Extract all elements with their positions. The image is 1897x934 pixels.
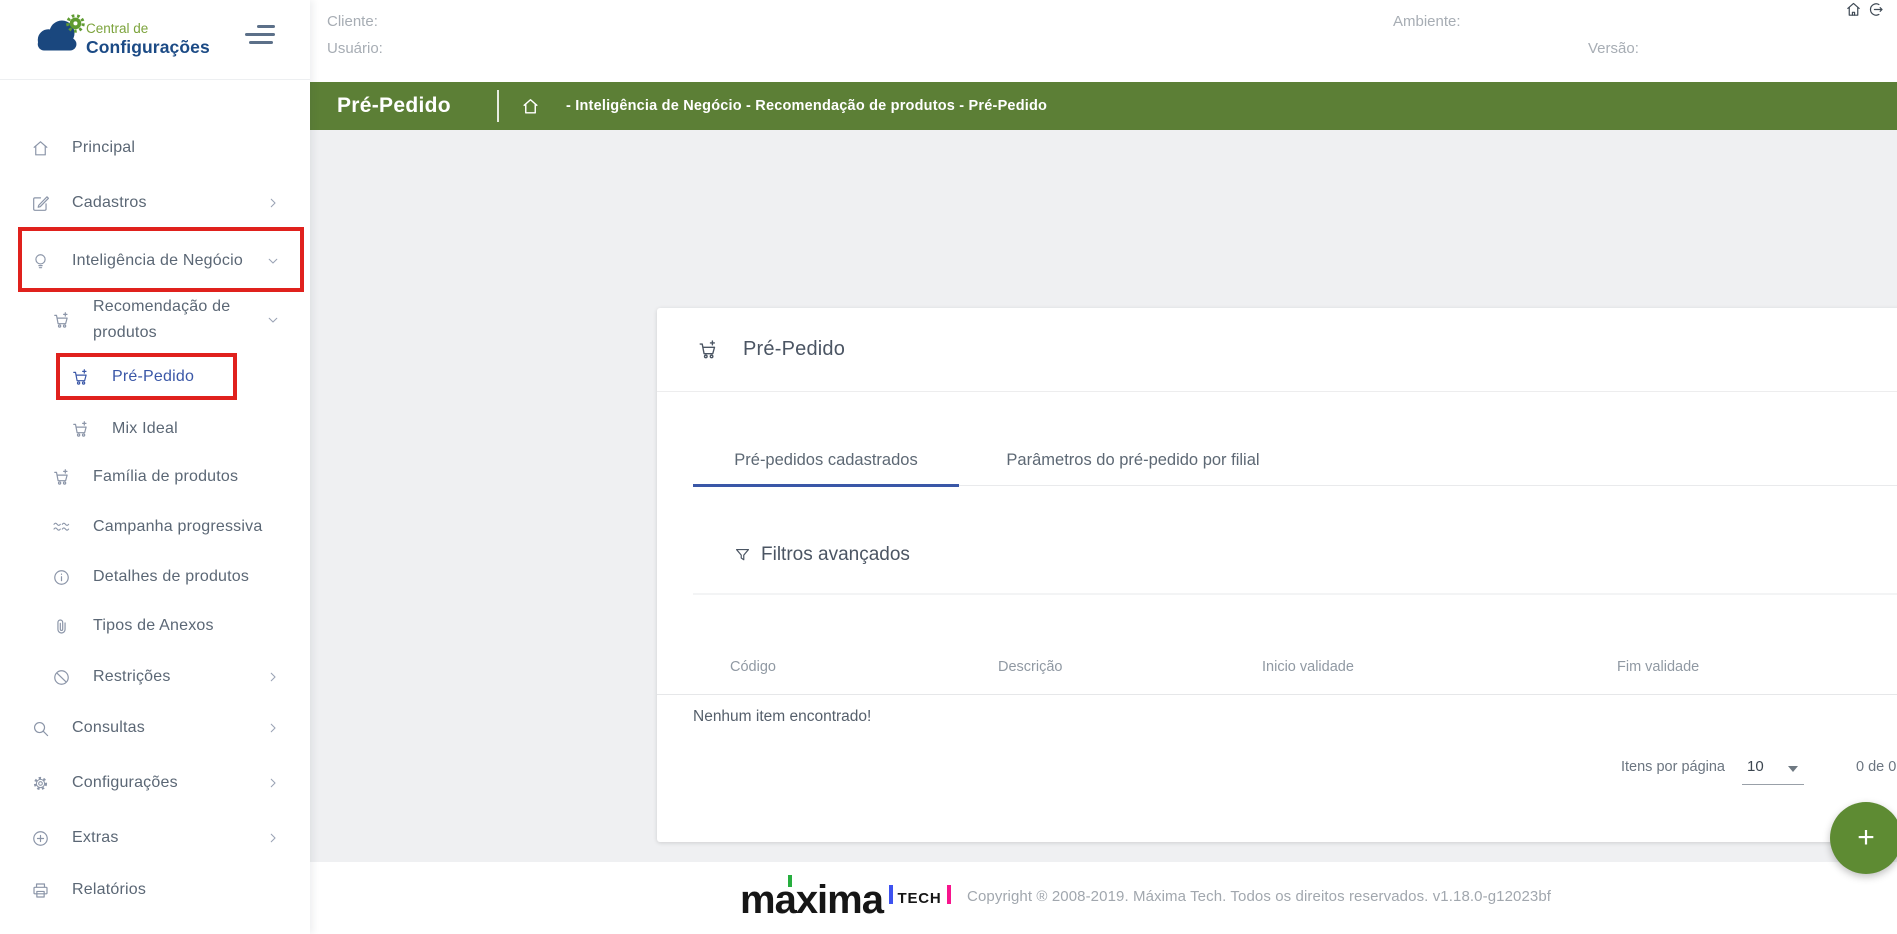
home-icon xyxy=(28,139,52,158)
sidebar-item-extras[interactable]: Extras xyxy=(0,823,310,853)
caret-down-icon xyxy=(1788,766,1798,772)
plus-icon: + xyxy=(1857,821,1875,855)
advanced-filters-toggle[interactable]: Filtros avançados xyxy=(733,544,910,566)
ban-icon xyxy=(49,668,73,687)
sidebar-item-principal[interactable]: Principal xyxy=(0,133,310,163)
logo-text-line1: Central de xyxy=(86,22,210,36)
page-range-label: 0 de 0 xyxy=(1856,759,1896,775)
sidebar-item-pre-pedido[interactable]: Pré-Pedido xyxy=(0,362,310,392)
maxima-tech-logo: maxima TECH xyxy=(740,873,951,919)
gear-icon xyxy=(28,774,52,793)
page-title: Pré-Pedido xyxy=(337,94,497,118)
sidebar-item-tipos-de-anexos[interactable]: Tipos de Anexos xyxy=(0,611,310,641)
cart-plus-icon xyxy=(49,468,73,487)
home-icon[interactable] xyxy=(1845,1,1862,18)
chevron-right-icon xyxy=(266,776,280,790)
sidebar-item-detalhes-de-produtos[interactable]: Detalhes de produtos xyxy=(0,562,310,592)
pre-pedido-card: Pré-Pedido Pré-pedidos cadastrados Parâm… xyxy=(657,308,1897,842)
cart-plus-icon xyxy=(49,311,73,330)
copyright-text: Copyright ® 2008-2019. Máxima Tech. Todo… xyxy=(967,888,1551,905)
chevron-right-icon xyxy=(266,721,280,735)
sidebar-item-campanha-progressiva[interactable]: Campanha progressiva xyxy=(0,512,310,542)
divider xyxy=(693,593,1897,595)
sidebar-item-inteligencia-de-negocio[interactable]: Inteligência de Negócio xyxy=(0,232,310,290)
column-header-inicio-validade: Inicio validade xyxy=(1262,659,1354,675)
sidebar-item-consultas[interactable]: Consultas xyxy=(0,713,310,743)
cart-plus-icon xyxy=(68,368,92,387)
sidebar-item-mix-ideal[interactable]: Mix Ideal xyxy=(0,414,310,444)
cart-plus-icon xyxy=(68,420,92,439)
app-logo: Central de Configurações xyxy=(0,0,310,80)
usuario-label: Usuário: xyxy=(327,40,383,57)
ambiente-label: Ambiente: xyxy=(1393,13,1461,30)
logo-blue-bar xyxy=(889,885,894,904)
sidebar: Central de Configurações Principal Cadas… xyxy=(0,0,310,934)
cloud-logo-icon xyxy=(31,11,89,59)
logo-brand-text: maxima xyxy=(740,885,883,915)
cart-plus-icon xyxy=(697,339,743,361)
logout-icon[interactable] xyxy=(1867,1,1884,18)
chevron-down-icon xyxy=(266,254,280,268)
card-title: Pré-Pedido xyxy=(743,338,845,361)
screen: Cliente: Usuário: Ambiente: Versão: Pré-… xyxy=(0,0,1897,934)
search-icon xyxy=(28,719,52,738)
tab-pre-pedidos-cadastrados[interactable]: Pré-pedidos cadastrados xyxy=(693,436,959,485)
sidebar-item-relatorios[interactable]: Relatórios xyxy=(0,875,310,905)
footer: maxima TECH Copyright ® 2008-2019. Máxim… xyxy=(740,872,1551,920)
breadcrumb: - Inteligência de Negócio - Recomendação… xyxy=(566,98,1047,114)
card-header: Pré-Pedido xyxy=(697,338,845,361)
logo-green-accent xyxy=(788,875,792,887)
sidebar-item-cadastros[interactable]: Cadastros xyxy=(0,188,310,218)
versao-label: Versão: xyxy=(1588,40,1639,57)
add-button[interactable]: + xyxy=(1830,802,1897,874)
sidebar-item-recomendacao-de-produtos[interactable]: Recomendação de produtos xyxy=(0,291,310,349)
page-size-value: 10 xyxy=(1747,758,1764,775)
page-size-select[interactable]: 10 xyxy=(1742,757,1804,781)
logo-pink-bar xyxy=(947,885,952,904)
sidebar-item-restricoes[interactable]: Restrições xyxy=(0,662,310,692)
chevron-down-icon xyxy=(266,313,280,327)
tab-parametros-por-filial[interactable]: Parâmetros do pré-pedido por filial xyxy=(959,436,1307,485)
edit-icon xyxy=(28,194,52,213)
divider xyxy=(657,391,1897,392)
column-header-codigo: Código xyxy=(730,659,776,675)
select-underline xyxy=(1742,784,1804,785)
main-content-area: Pré-Pedido Pré-pedidos cadastrados Parâm… xyxy=(310,130,1897,862)
column-header-descricao: Descrição xyxy=(998,659,1062,675)
tab-bar: Pré-pedidos cadastrados Parâmetros do pr… xyxy=(693,436,1897,486)
column-header-fim-validade: Fim validade xyxy=(1617,659,1699,675)
printer-icon xyxy=(28,881,52,900)
waves-icon xyxy=(49,518,73,537)
chevron-right-icon xyxy=(266,196,280,210)
plus-circle-icon xyxy=(28,829,52,848)
breadcrumb-bar: Pré-Pedido - Inteligência de Negócio - R… xyxy=(310,82,1897,130)
info-icon xyxy=(49,568,73,587)
menu-hamburger-icon[interactable] xyxy=(243,25,275,45)
sidebar-item-familia-de-produtos[interactable]: Família de produtos xyxy=(0,462,310,492)
filter-funnel-icon xyxy=(733,546,761,565)
cliente-label: Cliente: xyxy=(327,13,378,30)
lightbulb-icon xyxy=(28,252,52,271)
sidebar-item-configuracoes[interactable]: Configurações xyxy=(0,768,310,798)
logo-tech-text: TECH xyxy=(897,890,941,907)
items-per-page-label: Itens por página xyxy=(1621,759,1725,775)
active-tab-underline xyxy=(693,484,959,487)
filters-title: Filtros avançados xyxy=(761,544,910,566)
table-header-divider xyxy=(657,694,1897,695)
breadcrumb-home-icon[interactable] xyxy=(521,97,540,116)
chevron-right-icon xyxy=(266,831,280,845)
paperclip-icon xyxy=(49,617,73,636)
chevron-right-icon xyxy=(266,670,280,684)
logo-text-line2: Configurações xyxy=(86,39,210,57)
empty-table-message: Nenhum item encontrado! xyxy=(693,708,871,726)
divider xyxy=(497,90,499,122)
